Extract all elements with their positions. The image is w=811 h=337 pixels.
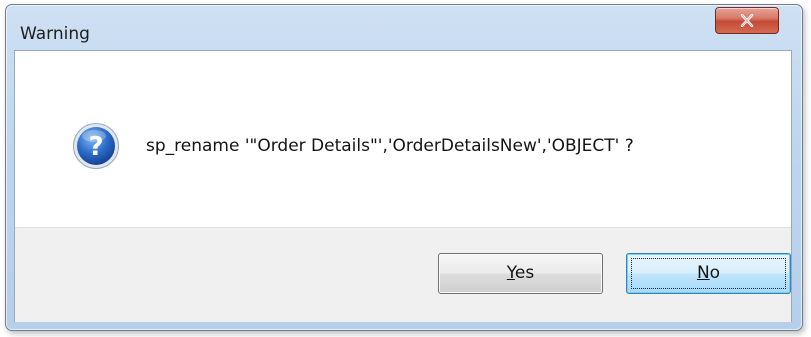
window-title: Warning [20, 24, 90, 44]
message-area: ? sp_rename '"Order Details"','OrderDeta… [15, 51, 791, 227]
title-bar[interactable]: Warning [6, 5, 802, 45]
dialog-message: sp_rename '"Order Details"','OrderDetail… [146, 136, 634, 156]
yes-button-label: Yes [506, 263, 535, 283]
no-button-label: No [696, 263, 721, 283]
warning-dialog-window: Warning ? sp_rename '"Order Details"','O… [5, 4, 803, 331]
close-icon [740, 14, 754, 27]
question-icon: ? [73, 123, 119, 169]
no-button[interactable]: No [626, 253, 791, 294]
dialog-body: ? sp_rename '"Order Details"','OrderDeta… [14, 50, 792, 322]
svg-text:?: ? [88, 132, 103, 162]
button-bar: Yes No [15, 227, 791, 322]
close-button[interactable] [715, 7, 779, 34]
yes-button[interactable]: Yes [438, 253, 603, 294]
